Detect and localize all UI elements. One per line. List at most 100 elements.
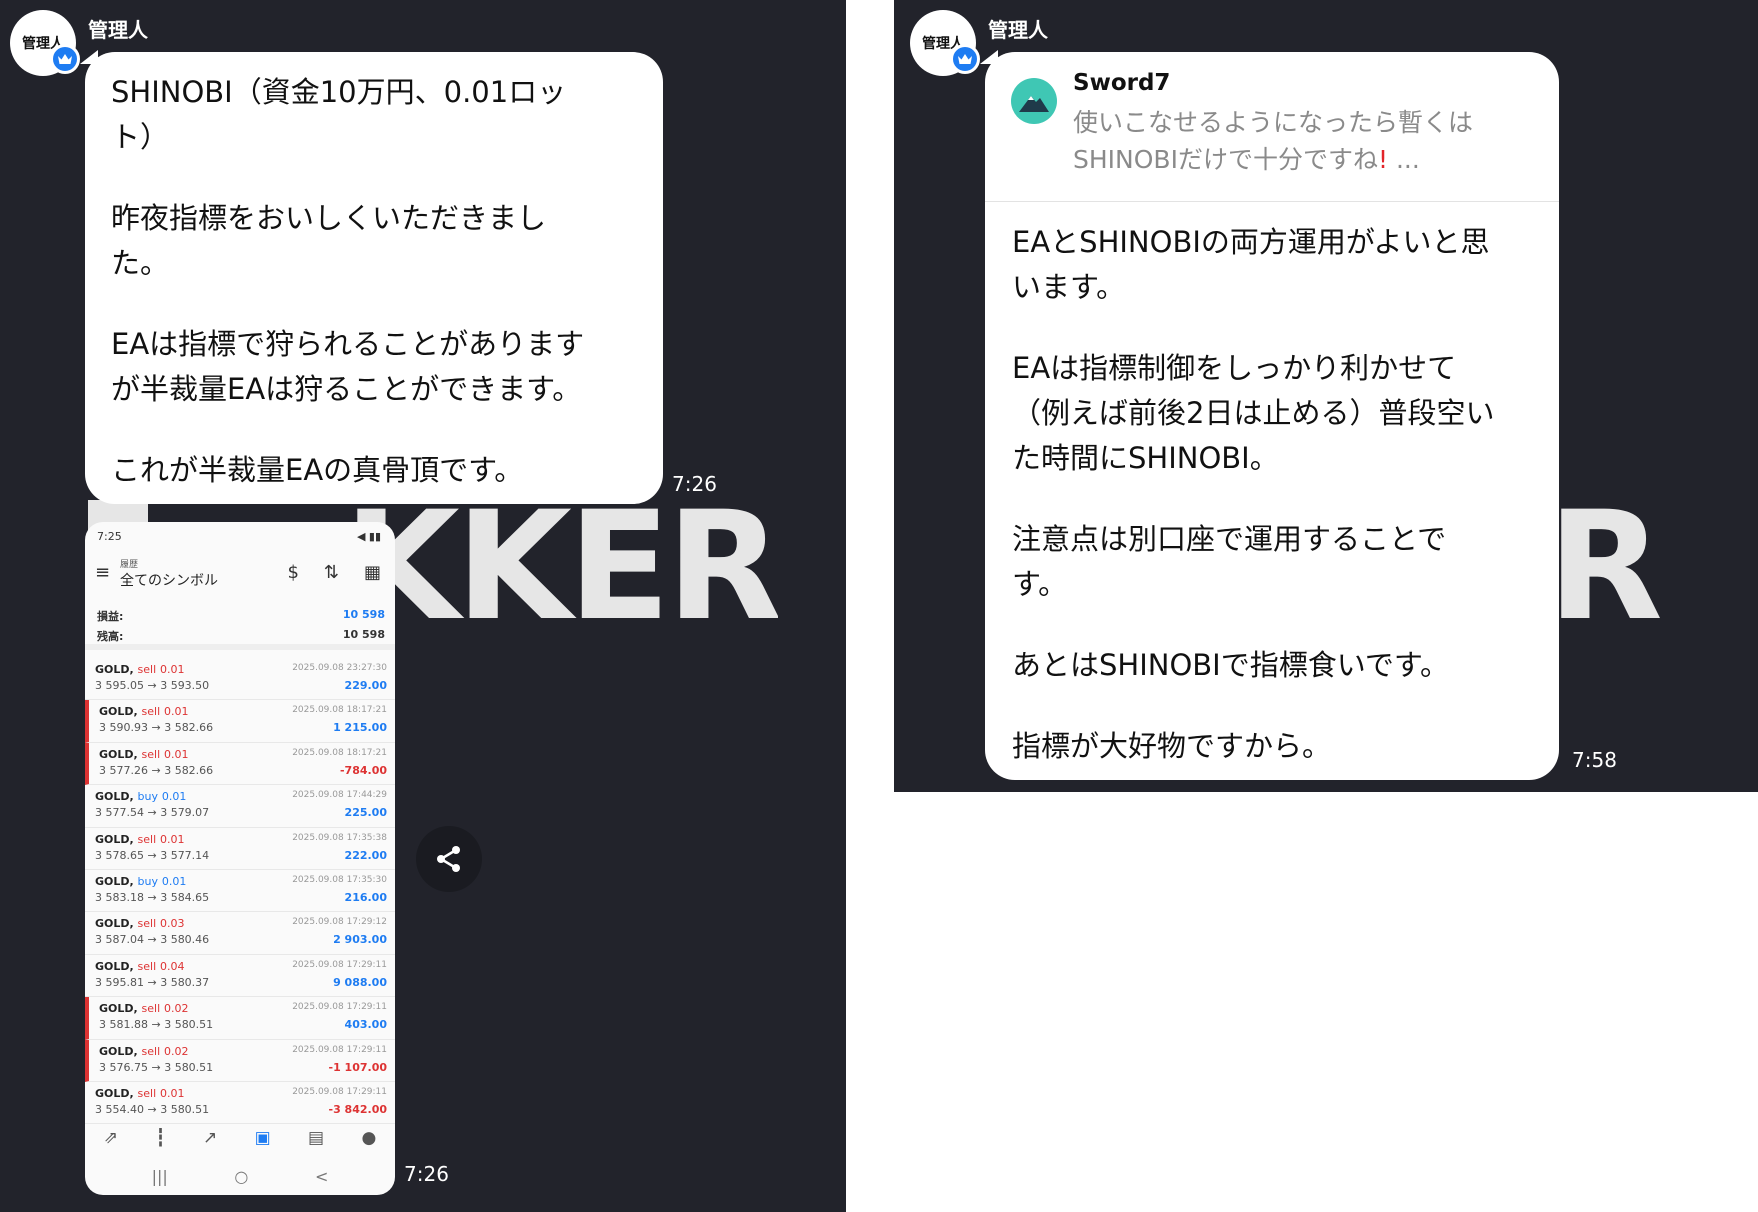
history-label: 履歴 [120, 560, 139, 570]
trade-profit: 9 088.00 [333, 975, 387, 989]
trade-title: GOLD, sell 0.02 [99, 1002, 189, 1015]
trade-symbol: GOLD, [99, 1002, 138, 1016]
share-button[interactable] [416, 826, 482, 892]
reply-message-bubble[interactable]: Sword7 使いこなせるようになったら暫くは SHINOBIだけで十分ですね!… [985, 52, 1559, 780]
trade-lot: 0.03 [160, 917, 185, 931]
trade-date: 2025.09.08 17:29:12 [292, 917, 387, 928]
trade-direction: sell [137, 1086, 157, 1100]
trade-prices: 3 581.88 → 3 580.51 [99, 1018, 214, 1032]
message-line: EAは指標制御をしっかり利かせて [1012, 351, 1457, 385]
summary-value: 10 598 [342, 608, 385, 621]
trade-row[interactable]: GOLD, buy 0.01 3 583.18 → 3 584.65 2025.09… [85, 870, 395, 913]
currency-icon: $ [287, 562, 299, 583]
trade-direction: sell [141, 1002, 161, 1016]
admin-crown-icon [50, 44, 80, 74]
trade-title: GOLD, sell 0.02 [99, 1045, 189, 1058]
summary-value: 10 598 [342, 628, 385, 641]
trade-symbol: GOLD, [99, 1044, 138, 1058]
reply-line: 使いこなせるようになったら暫くは [1073, 108, 1474, 137]
message-paragraph: 指標が大好物ですから。 [1012, 724, 1542, 769]
trade-history-screenshot[interactable]: 7:25 ◀ ▮▮ ≡ 履歴 全てのシンボル $ ⇅ ▦ 損益: 10 598 … [85, 522, 395, 1195]
sender-name: 管理人 [88, 18, 148, 42]
summary-label: 残高: [97, 630, 124, 643]
trade-lot: 0.01 [161, 874, 187, 888]
trade-lot: 0.01 [164, 705, 189, 719]
trade-title: GOLD, sell 0.01 [95, 663, 185, 676]
trade-date: 2025.09.08 17:44:29 [292, 790, 387, 801]
trade-row[interactable]: GOLD, sell 0.01 3 554.40 → 3 580.51 2025.0… [85, 1082, 395, 1125]
home-icon: ○ [234, 1166, 249, 1186]
trade-row[interactable]: GOLD, sell 0.01 3 578.65 → 3 577.14 2025.0… [85, 828, 395, 870]
trade-prices: 3 590.93 → 3 582.66 [99, 721, 214, 735]
trade-profit: 216.00 [344, 890, 387, 904]
trade-date: 2025.09.08 17:29:11 [292, 1002, 387, 1013]
trade-row[interactable]: GOLD, sell 0.01 3 577.26 → 3 582.66 2025.0… [85, 742, 395, 786]
sort-icon: ⇅ [323, 562, 339, 583]
calendar-icon: ▦ [363, 562, 381, 583]
trade-symbol: GOLD, [95, 959, 134, 973]
share-icon [437, 846, 460, 872]
message-line: す。 [1012, 567, 1068, 601]
trade-lot: 0.01 [164, 747, 189, 761]
reply-author: Sword7 [1073, 70, 1171, 96]
trade-row[interactable]: GOLD, sell 0.03 3 587.04 → 3 580.46 2025.0… [85, 912, 395, 955]
trade-row[interactable]: GOLD, sell 0.02 3 581.88 → 3 580.51 2025.0… [85, 997, 395, 1040]
menu-icon: ≡ [95, 562, 111, 583]
trade-profit: 403.00 [344, 1018, 387, 1032]
history-summary: 損益: 10 598 残高: 10 598 [85, 600, 395, 650]
trade-row[interactable]: GOLD, buy 0.01 3 577.54 → 3 579.07 2025.09… [85, 785, 395, 828]
trade-symbol: GOLD, [95, 917, 134, 931]
trade-symbol: GOLD, [99, 705, 138, 719]
reply-avatar [1011, 78, 1057, 124]
trade-row[interactable]: GOLD, sell 0.01 3 590.93 → 3 582.66 2025.0… [85, 700, 395, 743]
quoted-reply[interactable]: Sword7 使いこなせるようになったら暫くは SHINOBIだけで十分ですね!… [985, 52, 1559, 202]
quotes-tab-icon: ⇗ [103, 1128, 118, 1148]
trade-profit: 1 215.00 [333, 721, 387, 735]
trade-prices: 3 554.40 → 3 580.51 [95, 1102, 210, 1116]
message-line: た。 [111, 246, 170, 280]
trade-prices: 3 577.26 → 3 582.66 [99, 763, 214, 777]
trade-profit: -1 107.00 [328, 1060, 388, 1074]
trade-prices: 3 578.65 → 3 577.14 [95, 848, 210, 862]
trade-date: 2025.09.08 18:17:21 [292, 747, 387, 758]
message-line: EAは指標で狩られることがあります [111, 327, 585, 361]
trade-symbol: GOLD, [95, 874, 134, 888]
message-line: た時間にSHINOBI。 [1012, 441, 1279, 475]
sender-avatar[interactable]: 管理人 [910, 10, 980, 76]
message-line: が半裁量EAは狩ることができます。 [111, 372, 582, 406]
message-bubble[interactable]: SHINOBI（資金10万円、0.01ロッ ト） 昨夜指標をおいしくいただきまし… [85, 52, 663, 504]
summary-row: 損益: 10 598 [97, 608, 385, 624]
trade-profit: -784.00 [339, 763, 387, 777]
trade-row[interactable]: GOLD, sell 0.01 3 595.05 → 3 593.50 2025.0… [85, 658, 395, 701]
trade-row[interactable]: GOLD, sell 0.04 3 595.81 → 3 580.37 2025.0… [85, 955, 395, 998]
trade-direction: sell [137, 832, 157, 846]
trade-symbol: GOLD, [95, 663, 134, 676]
trade-row[interactable]: GOLD, sell 0.02 3 576.75 → 3 580.51 2025.0… [85, 1039, 395, 1082]
trade-title: GOLD, sell 0.01 [99, 705, 189, 718]
trade-profit: -3 842.00 [328, 1102, 388, 1116]
trade-direction: sell [137, 663, 157, 676]
trade-symbol: GOLD, [99, 747, 138, 761]
trade-direction: sell [141, 1044, 161, 1058]
sender-name: 管理人 [988, 18, 1048, 42]
trade-lot: 0.01 [160, 663, 185, 676]
message-paragraph: あとはSHINOBIで指標食いです。 [1012, 643, 1542, 688]
status-icons: ◀ ▮▮ [356, 530, 381, 543]
exclamation-icon: ! [1377, 145, 1388, 174]
message-paragraph: EAとSHINOBIの両方運用がよいと思 います。 [1012, 220, 1542, 310]
sender-avatar[interactable]: 管理人 [10, 10, 80, 76]
reply-ellipsis: ... [1395, 145, 1420, 174]
message-paragraph: EAは指標で狩られることがあります が半裁量EAは狩ることができます。 [111, 322, 637, 412]
mountain-icon [1019, 96, 1049, 112]
message-body: EAとSHINOBIの両方運用がよいと思 います。 EAは指標制御をしっかり利か… [1012, 220, 1542, 769]
message-paragraph: これが半裁量EAの真骨頂です。 [111, 448, 637, 493]
trade-direction: sell [137, 959, 157, 973]
recent-apps-icon: ||| [151, 1166, 168, 1186]
trade-prices: 3 577.54 → 3 579.07 [95, 806, 210, 820]
news-tab-icon: ▤ [308, 1128, 325, 1148]
message-paragraph: 注意点は別口座で運用することで す。 [1012, 517, 1542, 607]
trade-lot: 0.02 [164, 1044, 189, 1058]
trade-title: GOLD, sell 0.04 [95, 960, 185, 973]
trade-direction: sell [137, 917, 157, 931]
trade-prices: 3 595.81 → 3 580.37 [95, 975, 210, 989]
